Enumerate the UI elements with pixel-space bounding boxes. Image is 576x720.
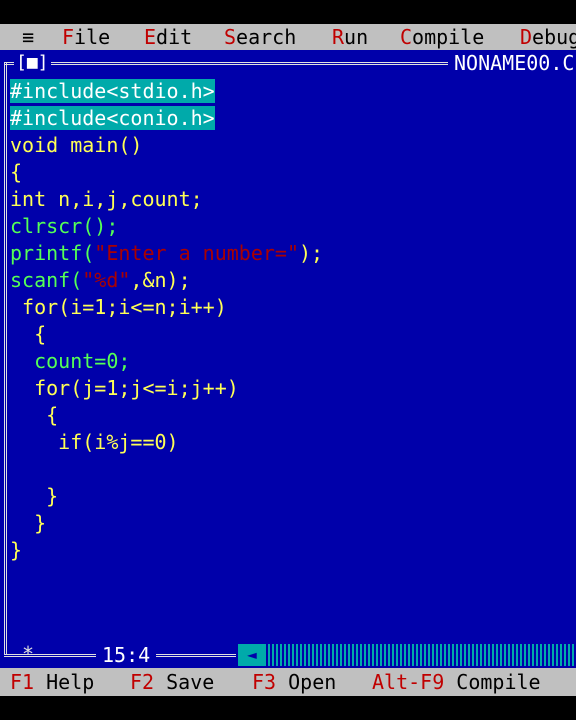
code-line-18[interactable]: } (10, 537, 570, 564)
code-line-17[interactable]: } (10, 510, 570, 537)
scroll-left-arrow-icon[interactable]: ◄ (238, 644, 266, 666)
fkey-open-key: F3 (252, 670, 277, 694)
menu-run-hotkey: R (332, 25, 345, 49)
menu-search-label: earch (236, 25, 297, 49)
code-line-12-text: for(j=1;j<=i;j++) (10, 376, 239, 400)
menu-compile-hotkey: C (400, 25, 413, 49)
horizontal-scrollbar[interactable] (266, 644, 576, 666)
code-line-11[interactable]: count=0; (10, 348, 570, 375)
code-line-7-call: printf( (10, 241, 95, 265)
code-line-14-text: if(i%j==0) (10, 430, 179, 454)
code-line-4-text: { (10, 160, 23, 184)
code-line-14[interactable]: if(i%j==0) (10, 429, 570, 456)
code-line-5-text: int n,i,j,count; (10, 187, 203, 211)
code-line-8-string: "%d" (82, 268, 131, 292)
window-close-button[interactable]: [■] (14, 52, 51, 74)
code-line-16-text: } (10, 484, 59, 508)
fkey-compile-key: Alt-F9 (372, 670, 445, 694)
fkey-open-label: Open (288, 670, 337, 694)
code-line-10-text: { (10, 322, 47, 346)
menu-debug-label: ebug (532, 25, 576, 49)
menu-file-label: ile (74, 25, 111, 49)
code-line-4[interactable]: { (10, 159, 570, 186)
code-line-18-text: } (10, 538, 23, 562)
menu-search-hotkey: S (224, 25, 237, 49)
code-line-11-text: count=0; (10, 349, 131, 373)
code-editor[interactable]: #include<stdio.h> #include<conio.h> void… (10, 78, 570, 564)
code-line-1[interactable]: #include<stdio.h> (10, 78, 570, 105)
menu-debug-hotkey: D (520, 25, 533, 49)
code-line-17-text: } (10, 511, 47, 535)
code-line-6[interactable]: clrscr(); (10, 213, 570, 240)
code-line-8-end: ,&n); (130, 268, 191, 292)
code-line-5[interactable]: int n,i,j,count; (10, 186, 570, 213)
menu-edit[interactable]: Edit (144, 24, 192, 50)
window-frame-left (4, 62, 7, 654)
function-key-bar: F1 Help F2 Save F3 Open Alt-F9 Compile (0, 668, 576, 696)
menu-run[interactable]: Run (332, 24, 368, 50)
editor-window: [■] NONAME00.C #include<stdio.h> #includ… (0, 50, 576, 668)
code-line-1-text: #include<stdio.h> (10, 79, 215, 103)
fkey-help-key: F1 (10, 670, 35, 694)
code-line-16[interactable]: } (10, 483, 570, 510)
menu-debug[interactable]: Debug (520, 24, 576, 50)
code-line-3-text: void main() (10, 133, 143, 157)
fkey-compile-label: Compile (456, 670, 541, 694)
code-line-9[interactable]: for(i=1;i<=n;i++) (10, 294, 570, 321)
fkey-save-label: Save (166, 670, 215, 694)
fkey-help[interactable]: F1 Help (10, 668, 94, 696)
menu-compile-label: ompile (412, 25, 485, 49)
menu-compile[interactable]: Compile (400, 24, 484, 50)
code-line-10[interactable]: { (10, 321, 570, 348)
fkey-help-label: Help (46, 670, 95, 694)
cursor-position: 15:4 (96, 644, 157, 666)
fkey-save[interactable]: F2 Save (130, 668, 214, 696)
code-line-13[interactable]: { (10, 402, 570, 429)
window-title: NONAME00.C (448, 52, 576, 74)
code-line-2-text: #include<conio.h> (10, 106, 215, 130)
code-line-12[interactable]: for(j=1;j<=i;j++) (10, 375, 570, 402)
menu-run-label: un (344, 25, 369, 49)
modified-marker: * (22, 642, 35, 666)
code-line-3[interactable]: void main() (10, 132, 570, 159)
code-line-2[interactable]: #include<conio.h> (10, 105, 570, 132)
code-line-7-end: ); (299, 241, 324, 265)
code-line-7[interactable]: printf("Enter a number="); (10, 240, 570, 267)
close-box-glyph: [■] (16, 52, 49, 73)
fkey-compile[interactable]: Alt-F9 Compile (372, 668, 541, 696)
code-line-13-text: { (10, 403, 59, 427)
menu-file-hotkey: F (62, 25, 75, 49)
menu-edit-label: dit (156, 25, 193, 49)
code-line-8-call: scanf( (10, 268, 83, 292)
fkey-open[interactable]: F3 Open (252, 668, 336, 696)
system-menu-icon[interactable]: ≡ (22, 24, 34, 50)
code-line-15[interactable] (10, 456, 570, 483)
fkey-save-key: F2 (130, 670, 155, 694)
code-line-9-text: for(i=1;i<=n;i++) (10, 295, 227, 319)
code-line-8[interactable]: scanf("%d",&n); (10, 267, 570, 294)
menu-search[interactable]: Search (224, 24, 296, 50)
menu-edit-hotkey: E (144, 25, 157, 49)
menu-bar: ≡ File Edit Search Run Compile Debug (0, 24, 576, 50)
code-line-7-string: "Enter a number=" (94, 241, 299, 265)
code-line-6-text: clrscr(); (10, 214, 119, 238)
menu-file[interactable]: File (62, 24, 110, 50)
